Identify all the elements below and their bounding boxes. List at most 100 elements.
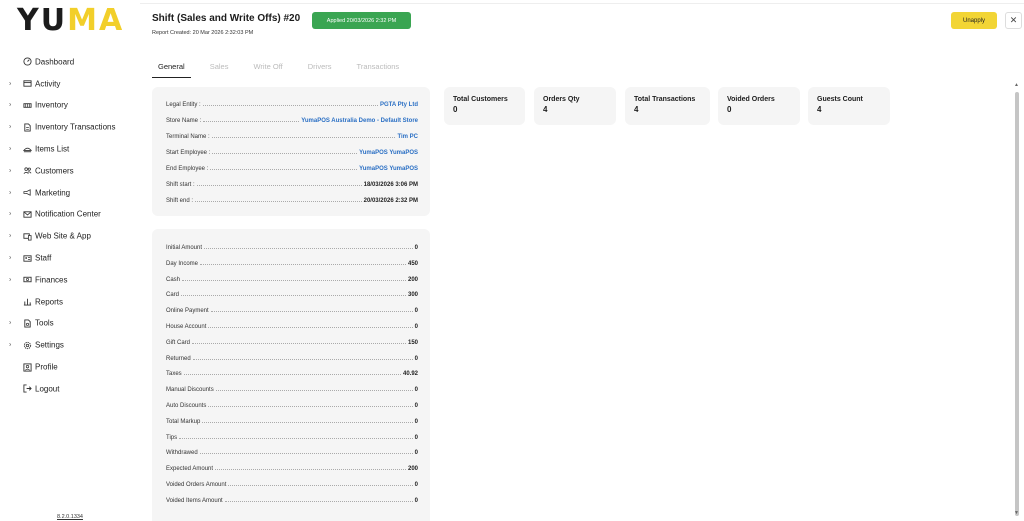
sidebar-item-tools[interactable]: › Tools [0, 313, 140, 335]
row-value: 20/03/2026 2:32 PM [363, 198, 418, 204]
scrollbar[interactable]: ▲ ▼ [1013, 82, 1021, 516]
chevron-right-icon[interactable]: › [9, 189, 11, 196]
row-label: Taxes [166, 371, 182, 378]
profile-icon [22, 362, 32, 372]
row-value: 0 [414, 324, 418, 330]
chevron-right-icon[interactable]: › [9, 276, 11, 283]
row-label: Total Markup [166, 418, 201, 425]
sidebar-item-staff[interactable]: › Staff [0, 247, 140, 269]
chevron-right-icon[interactable]: › [9, 320, 11, 327]
tab-general[interactable]: General [152, 58, 191, 78]
shift-totals-card: Initial Amount 0 Day Income 450 Cash 200 Card 3… [152, 229, 430, 521]
report-tabs: General Sales Write Off Drivers Transactions [152, 58, 418, 78]
dotted-leader [224, 500, 413, 502]
stat-card-orders-qty: Orders Qty 4 [534, 87, 616, 125]
sidebar-item-label: Staff [35, 253, 52, 263]
row-label: Shift start : [166, 182, 195, 188]
stat-value: 4 [543, 105, 548, 114]
brand-logo[interactable]: YUMA [17, 6, 124, 36]
row-label: Tips [166, 434, 178, 441]
dotted-leader [215, 469, 406, 471]
sidebar-item-inventory[interactable]: › Inventory [0, 95, 140, 117]
row-label: Day Income [166, 260, 199, 267]
row-value: 200 [407, 276, 418, 283]
sidebar-item-activity[interactable]: › Activity [0, 73, 140, 95]
row-value: 18/03/2026 3:06 PM [363, 182, 418, 188]
row-value: 0 [414, 245, 418, 251]
top-border [0, 0, 1024, 4]
sidebar-item-web-site-app[interactable]: › Web Site & App [0, 225, 140, 247]
status-badge: Applied 20/03/2026 2:32 PM [312, 12, 411, 29]
stat-value: 4 [817, 105, 822, 114]
finances-icon [22, 275, 32, 285]
tab-drivers[interactable]: Drivers [302, 58, 338, 78]
sidebar-item-dashboard[interactable]: Dashboard [0, 51, 140, 73]
chevron-right-icon[interactable]: › [9, 167, 11, 174]
sidebar: YUMA Dashboard › Activity › Inventory › Invent… [0, 0, 140, 521]
sidebar-item-reports[interactable]: Reports [0, 291, 140, 313]
customers-icon [22, 166, 32, 176]
chevron-right-icon[interactable]: › [9, 80, 11, 87]
sidebar-item-label: Dashboard [35, 57, 75, 67]
sidebar-item-notification-center[interactable]: › Notification Center [0, 204, 140, 226]
scroll-down-icon[interactable]: ▼ [1014, 510, 1019, 516]
sidebar-item-label: Settings [35, 340, 64, 350]
info-row: Day Income 450 [166, 258, 418, 267]
chevron-right-icon[interactable]: › [9, 255, 11, 262]
sidebar-item-finances[interactable]: › Finances [0, 269, 140, 291]
sidebar-item-settings[interactable]: › Settings [0, 334, 140, 356]
scroll-up-icon[interactable]: ▲ [1014, 82, 1019, 88]
info-row: Online Payment 0 [166, 305, 418, 314]
chevron-right-icon[interactable]: › [9, 146, 11, 153]
info-row: Gift Card 150 [166, 337, 418, 346]
chevron-right-icon[interactable]: › [9, 233, 11, 240]
sidebar-item-inventory-transactions[interactable]: › Inventory Transactions [0, 116, 140, 138]
chevron-right-icon[interactable]: › [9, 102, 11, 109]
row-label: Initial Amount [166, 245, 203, 251]
info-row: Returned 0 [166, 353, 418, 362]
info-row: Voided Items Amount 0 [166, 495, 418, 504]
scrollbar-thumb[interactable] [1015, 92, 1019, 516]
row-value-link[interactable]: YumaPOS YumaPOS [359, 166, 418, 172]
tab-sales[interactable]: Sales [204, 58, 235, 78]
row-value: 0 [414, 497, 418, 504]
row-value-link[interactable]: PGTA Pty Ltd [380, 102, 418, 108]
stat-card-guests-count: Guests Count 4 [808, 87, 890, 125]
chevron-right-icon[interactable]: › [9, 211, 11, 218]
sidebar-item-logout[interactable]: Logout [0, 378, 140, 400]
row-value-link[interactable]: YumaPOS YumaPOS [359, 150, 418, 156]
dotted-leader [210, 169, 358, 170]
close-button[interactable]: ✕ [1005, 12, 1022, 29]
row-label: Terminal Name : [166, 134, 210, 140]
logout-icon [22, 384, 32, 394]
dotted-leader [208, 406, 413, 407]
sidebar-item-label: Items List [35, 144, 70, 154]
stat-label: Total Customers [453, 96, 508, 103]
row-label: Returned [166, 355, 191, 362]
dotted-leader [199, 453, 413, 455]
chevron-right-icon[interactable]: › [9, 342, 11, 349]
row-value: 0 [414, 387, 418, 394]
unapply-button[interactable]: Unapply [951, 12, 997, 29]
sidebar-item-label: Finances [35, 275, 68, 285]
sidebar-item-marketing[interactable]: › Marketing [0, 182, 140, 204]
sidebar-item-customers[interactable]: › Customers [0, 160, 140, 182]
tools-icon [22, 318, 32, 328]
staff-icon [22, 253, 32, 263]
sidebar-item-items-list[interactable]: › Items List [0, 138, 140, 160]
sidebar-item-label: Logout [35, 384, 60, 394]
stat-value: 0 [727, 105, 732, 114]
row-value-link[interactable]: Tim PC [397, 134, 418, 140]
row-label: Voided Orders Amount [166, 482, 227, 488]
info-row: Shift start : 18/03/2026 3:06 PM [166, 179, 418, 188]
chevron-right-icon[interactable]: › [9, 124, 11, 131]
tab-write-off[interactable]: Write Off [247, 58, 288, 78]
tab-transactions[interactable]: Transactions [351, 58, 406, 78]
dotted-leader [196, 185, 362, 186]
version-link[interactable]: 8.2.0.1334 [57, 514, 83, 520]
info-row: Manual Discounts 0 [166, 384, 418, 393]
row-value-link[interactable]: YumaPOS Australia Demo - Default Store [301, 118, 418, 124]
row-value: 0 [414, 308, 418, 315]
sidebar-item-profile[interactable]: Profile [0, 356, 140, 378]
stat-card-voided-orders: Voided Orders 0 [718, 87, 800, 125]
